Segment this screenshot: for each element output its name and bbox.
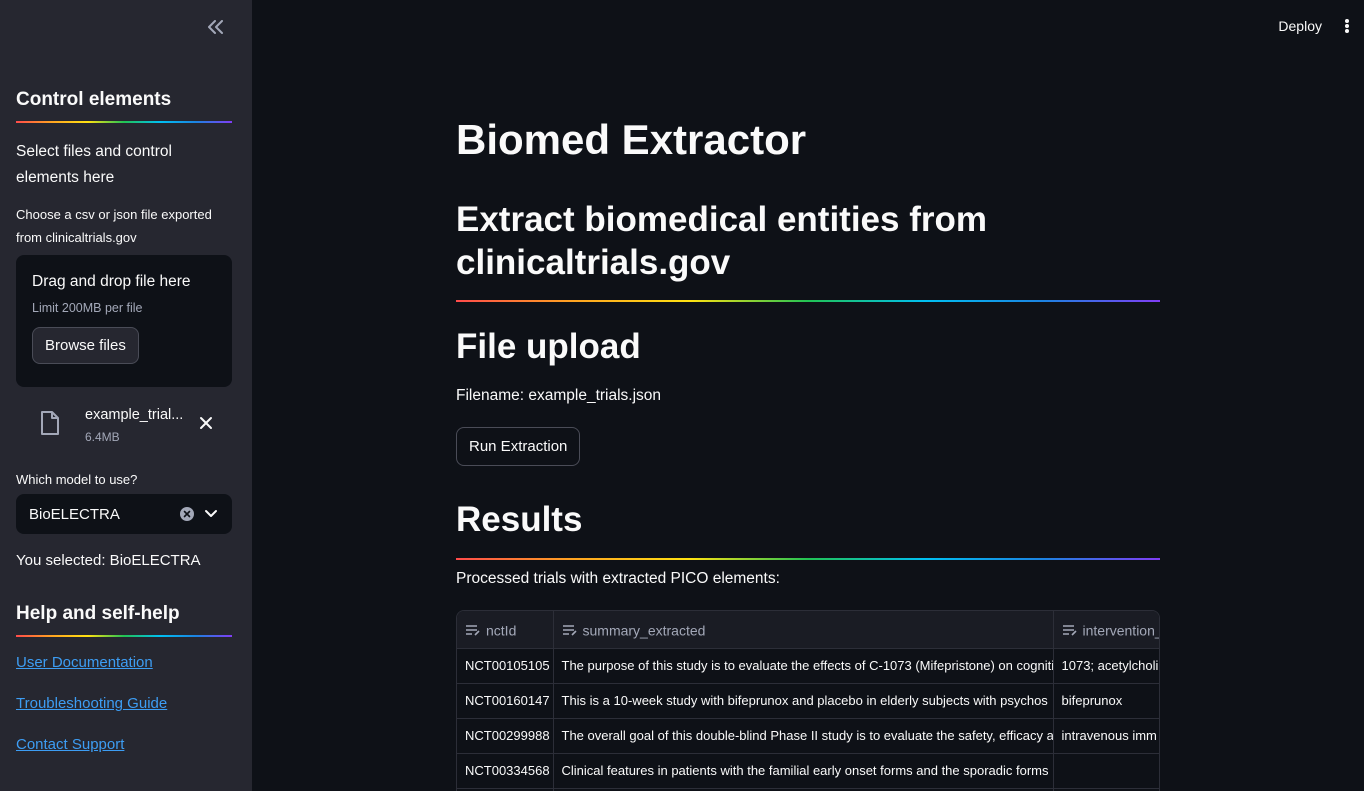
chevron-down-icon[interactable] bbox=[204, 506, 218, 522]
sidebar-content: Control elements Select files and contro… bbox=[16, 88, 232, 757]
collapse-sidebar-button[interactable] bbox=[203, 14, 229, 40]
table-cell[interactable]: bifeprunox bbox=[1053, 683, 1159, 719]
results-heading: Results bbox=[456, 500, 583, 539]
header-toolbar: Deploy bbox=[1278, 16, 1350, 36]
run-extraction-button[interactable]: Run Extraction bbox=[456, 427, 581, 466]
filename-text: Filename: example_trials.json bbox=[456, 387, 662, 404]
column-header-intervention[interactable]: intervention_ bbox=[1053, 611, 1159, 649]
double-chevron-left-icon bbox=[208, 20, 223, 34]
file-size: 6.4MB bbox=[85, 430, 120, 444]
table-cell[interactable]: NCT00334568 bbox=[457, 753, 554, 789]
help-heading: Help and self-help bbox=[16, 603, 180, 624]
dropzone-limit: Limit 200MB per file bbox=[32, 301, 143, 315]
text-column-icon bbox=[1062, 625, 1077, 636]
table-cell[interactable] bbox=[1053, 753, 1159, 789]
contact-support-link[interactable]: Contact Support bbox=[16, 733, 232, 757]
table-cell[interactable]: NCT00160147 bbox=[457, 683, 554, 719]
clear-selection-icon[interactable] bbox=[180, 507, 194, 521]
table-cell[interactable]: Clinical features in patients with the f… bbox=[553, 753, 1054, 789]
dropzone-title: Drag and drop file here bbox=[32, 273, 191, 290]
column-header-nctid[interactable]: nctId bbox=[457, 611, 554, 649]
heading-divider bbox=[16, 121, 232, 123]
file-name: example_trial... bbox=[85, 407, 184, 423]
upload-label: Choose a csv or json file exported from … bbox=[16, 207, 212, 245]
file-icon bbox=[41, 411, 59, 435]
file-upload-heading: File upload bbox=[456, 327, 641, 366]
processed-text: Processed trials with extracted PICO ele… bbox=[456, 570, 780, 587]
text-column-icon bbox=[466, 625, 480, 636]
file-dropzone[interactable]: Drag and drop file here Limit 200MB per … bbox=[16, 255, 232, 387]
results-divider bbox=[456, 558, 1160, 560]
sidebar: Control elements Select files and contro… bbox=[0, 0, 252, 791]
table-cell[interactable]: NCT00299988 bbox=[457, 718, 554, 754]
table-cell[interactable]: This is a 10-week study with bifeprunox … bbox=[553, 683, 1054, 719]
table-cell[interactable]: The overall goal of this double-blind Ph… bbox=[553, 718, 1054, 754]
subtitle-divider bbox=[456, 300, 1160, 302]
troubleshooting-guide-link[interactable]: Troubleshooting Guide bbox=[16, 692, 232, 716]
column-header-summary[interactable]: summary_extracted bbox=[553, 611, 1054, 649]
table-header-row: nctId summary_extracted intervention_ bbox=[457, 611, 1159, 649]
table-row[interactable]: NCT00299988 The overall goal of this dou… bbox=[457, 718, 1159, 754]
results-table[interactable]: nctId summary_extracted intervention_ NC… bbox=[456, 610, 1160, 791]
table-cell[interactable]: intravenous imm bbox=[1053, 718, 1159, 754]
table-row[interactable]: NCT00160147 This is a 10-week study with… bbox=[457, 683, 1159, 719]
browse-files-button[interactable]: Browse files bbox=[32, 327, 139, 364]
uploaded-file: example_trial... 6.4MB bbox=[16, 393, 232, 455]
table-row[interactable]: NCT00105105 The purpose of this study is… bbox=[457, 648, 1159, 684]
app: Control elements Select files and contro… bbox=[0, 0, 1364, 791]
page-title: Biomed Extractor bbox=[456, 116, 807, 163]
selected-model-text: You selected: BioELECTRA bbox=[16, 552, 201, 569]
user-documentation-link[interactable]: User Documentation bbox=[16, 651, 232, 675]
control-elements-heading: Control elements bbox=[16, 89, 172, 110]
remove-file-icon[interactable] bbox=[198, 415, 214, 431]
sidebar-intro-text: Select files and control elements here bbox=[16, 143, 172, 186]
help-heading-divider bbox=[16, 635, 232, 637]
model-select-value: BioELECTRA bbox=[29, 505, 120, 523]
table-cell[interactable]: NCT00105105 bbox=[457, 648, 554, 684]
page-subtitle: Extract biomedical entities from clinica… bbox=[456, 200, 987, 282]
deploy-button[interactable]: Deploy bbox=[1278, 18, 1322, 34]
text-column-icon bbox=[562, 625, 577, 636]
main-menu-icon[interactable] bbox=[1344, 16, 1350, 36]
table-cell[interactable]: The purpose of this study is to evaluate… bbox=[553, 648, 1054, 684]
model-select[interactable]: BioELECTRA bbox=[16, 494, 232, 534]
model-select-label: Which model to use? bbox=[16, 472, 138, 487]
table-row[interactable]: NCT00334568 Clinical features in patient… bbox=[457, 753, 1159, 789]
table-cell[interactable]: 1073; acetylcholi bbox=[1053, 648, 1159, 684]
